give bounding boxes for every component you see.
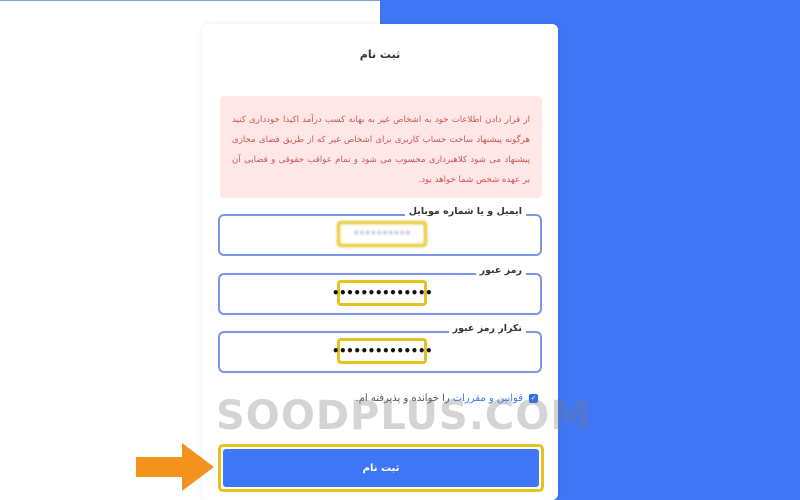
watermark: SOODPLUS.COM — [216, 393, 592, 439]
pointer-arrow-icon — [136, 443, 214, 491]
email-mobile-field[interactable]: ایمیل و یا شماره موبایل •••••••••• — [218, 206, 542, 256]
password-value[interactable]: •••••••••••••• — [332, 280, 433, 306]
email-mobile-value[interactable]: •••••••••• — [337, 221, 427, 247]
submit-highlight: ثبت نام — [218, 444, 544, 492]
submit-button[interactable]: ثبت نام — [223, 449, 539, 487]
confirm-password-value[interactable]: •••••••••••••• — [332, 338, 433, 364]
confirm-password-label: تکرار رمز عبور — [448, 323, 526, 334]
warning-alert: از قرار دادن اطلاعات خود به اشخاص غیر به… — [220, 96, 542, 198]
top-divider — [0, 0, 380, 1]
confirm-password-field[interactable]: تکرار رمز عبور •••••••••••••• — [218, 323, 542, 373]
form-title: ثبت نام — [359, 48, 401, 61]
password-label: رمز عبور — [475, 265, 526, 276]
password-field[interactable]: رمز عبور •••••••••••••• — [218, 265, 542, 315]
email-mobile-label: ایمیل و یا شماره موبایل — [404, 206, 526, 217]
